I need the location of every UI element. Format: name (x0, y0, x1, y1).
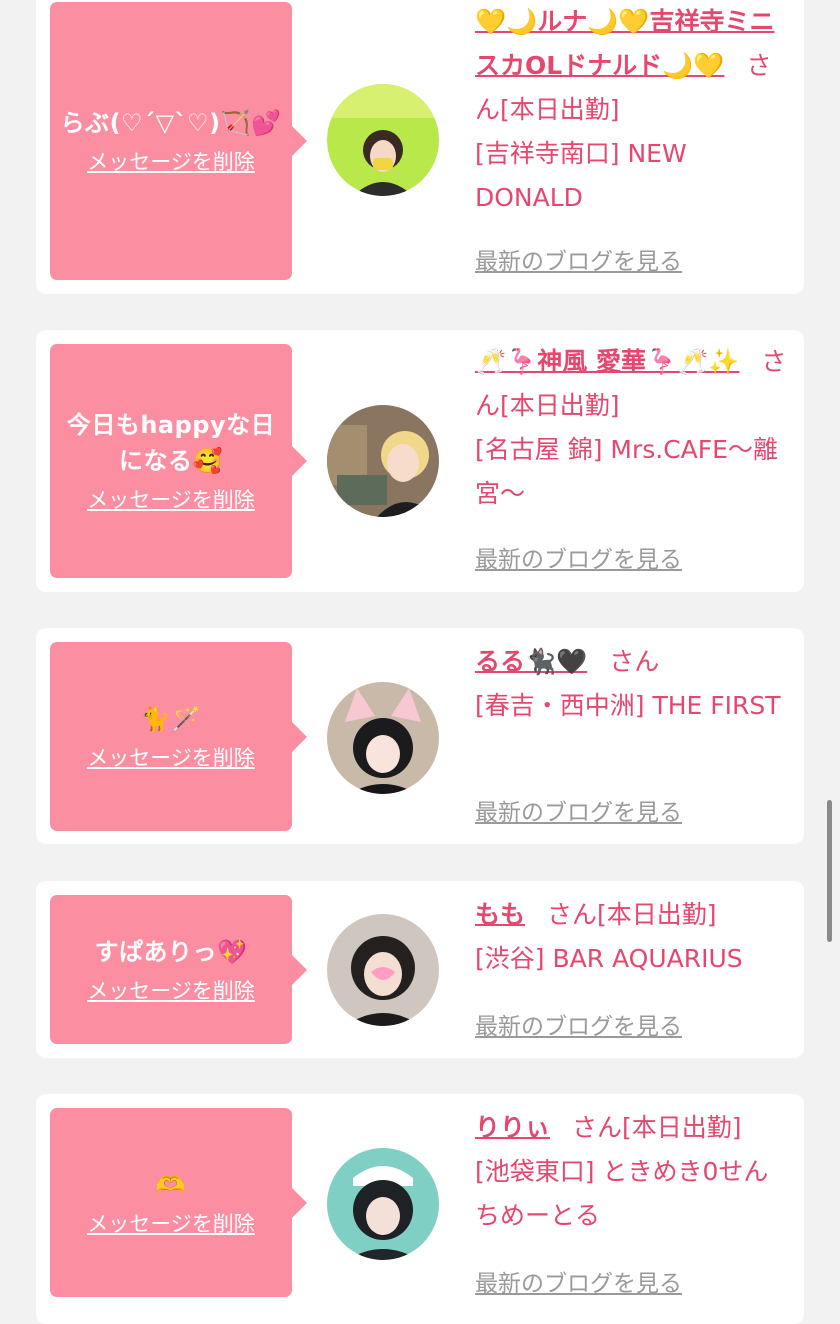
message-text: 今日もhappyな日になる🥰 (66, 411, 276, 475)
shop-name: [吉祥寺南口] NEW DONALD (475, 139, 687, 212)
message-text: すぱありっ💖 (94, 937, 248, 966)
message-card: 今日もhappyな日になる🥰 メッセージを削除 🥂🦩神風 愛華🦩🥂✨ さん[本日出… (36, 330, 804, 592)
avatar[interactable] (327, 1148, 439, 1260)
working-today-badge: [本日出勤] (500, 95, 620, 124)
working-today-badge: [本日出勤] (500, 391, 620, 420)
avatar[interactable] (327, 405, 439, 517)
honorific: さん (547, 900, 598, 929)
girl-name-link[interactable]: るる🐈‍⬛🖤 (475, 647, 587, 676)
message-bubble: すぱありっ💖 メッセージを削除 (50, 895, 307, 1044)
delete-message-link[interactable]: メッセージを削除 (87, 147, 255, 177)
scrollbar[interactable] (827, 800, 832, 942)
girl-name-link[interactable]: もも (475, 900, 525, 929)
message-card: 🫶 メッセージを削除 りりぃ さん[本日出勤] [池袋東口] ときめき0せんちめー… (36, 1094, 804, 1324)
message-card: 🐈🪄 メッセージを削除 るる🐈‍⬛🖤 さん [春吉・西中洲] THE FIRST … (36, 628, 804, 844)
girl-info: るる🐈‍⬛🖤 さん [春吉・西中洲] THE FIRST (475, 640, 793, 728)
delete-message-link[interactable]: メッセージを削除 (87, 743, 255, 773)
girl-name-link[interactable]: 🥂🦩神風 愛華🦩🥂✨ (475, 347, 739, 376)
girl-name-link[interactable]: りりぃ (475, 1113, 550, 1142)
message-bubble: 🫶 メッセージを削除 (50, 1108, 307, 1297)
message-text: 🫶 (155, 1170, 187, 1199)
delete-message-link[interactable]: メッセージを削除 (87, 976, 255, 1006)
shop-name: [春吉・西中洲] THE FIRST (475, 691, 781, 720)
message-bubble: 今日もhappyな日になる🥰 メッセージを削除 (50, 344, 307, 578)
latest-blog-link[interactable]: 最新のブログを見る (475, 540, 682, 574)
working-today-badge: [本日出勤] (622, 1113, 742, 1142)
girl-info: もも さん[本日出勤] [渋谷] BAR AQUARIUS (475, 893, 793, 981)
latest-blog-link[interactable]: 最新のブログを見る (475, 1264, 682, 1298)
girl-name-link[interactable]: 💛🌙ルナ🌙💛吉祥寺ミニスカOLドナルド🌙💛 (475, 7, 775, 80)
avatar[interactable] (327, 682, 439, 794)
girl-info: 🥂🦩神風 愛華🦩🥂✨ さん[本日出勤] [名古屋 錦] Mrs.CAFE〜離宮〜 (475, 340, 793, 516)
shop-name: [池袋東口] ときめき0せんちめーとる (475, 1157, 769, 1230)
message-card: らぶ(♡´▽`♡)🏹💕 メッセージを削除 💛🌙ルナ🌙💛吉祥寺ミニスカOLドナルド… (36, 0, 804, 294)
avatar[interactable] (327, 914, 439, 1026)
message-card: すぱありっ💖 メッセージを削除 もも さん[本日出勤] [渋谷] BAR AQUA… (36, 881, 804, 1058)
message-text: 🐈🪄 (140, 704, 202, 733)
message-bubble: 🐈🪄 メッセージを削除 (50, 642, 307, 831)
latest-blog-link[interactable]: 最新のブログを見る (475, 242, 682, 276)
working-today-badge: [本日出勤] (597, 900, 717, 929)
delete-message-link[interactable]: メッセージを削除 (87, 485, 255, 515)
latest-blog-link[interactable]: 最新のブログを見る (475, 1007, 682, 1041)
delete-message-link[interactable]: メッセージを削除 (87, 1209, 255, 1239)
message-bubble: らぶ(♡´▽`♡)🏹💕 メッセージを削除 (50, 2, 307, 280)
avatar[interactable] (327, 84, 439, 196)
shop-name: [渋谷] BAR AQUARIUS (475, 944, 743, 973)
latest-blog-link[interactable]: 最新のブログを見る (475, 793, 682, 827)
shop-name: [名古屋 錦] Mrs.CAFE〜離宮〜 (475, 435, 778, 508)
girl-info: りりぃ さん[本日出勤] [池袋東口] ときめき0せんちめーとる (475, 1106, 793, 1238)
message-text: らぶ(♡´▽`♡)🏹💕 (60, 109, 282, 137)
girl-info: 💛🌙ルナ🌙💛吉祥寺ミニスカOLドナルド🌙💛 さん[本日出勤] [吉祥寺南口] NE… (475, 0, 793, 220)
honorific: さん (572, 1113, 623, 1142)
honorific: さん (609, 647, 660, 676)
